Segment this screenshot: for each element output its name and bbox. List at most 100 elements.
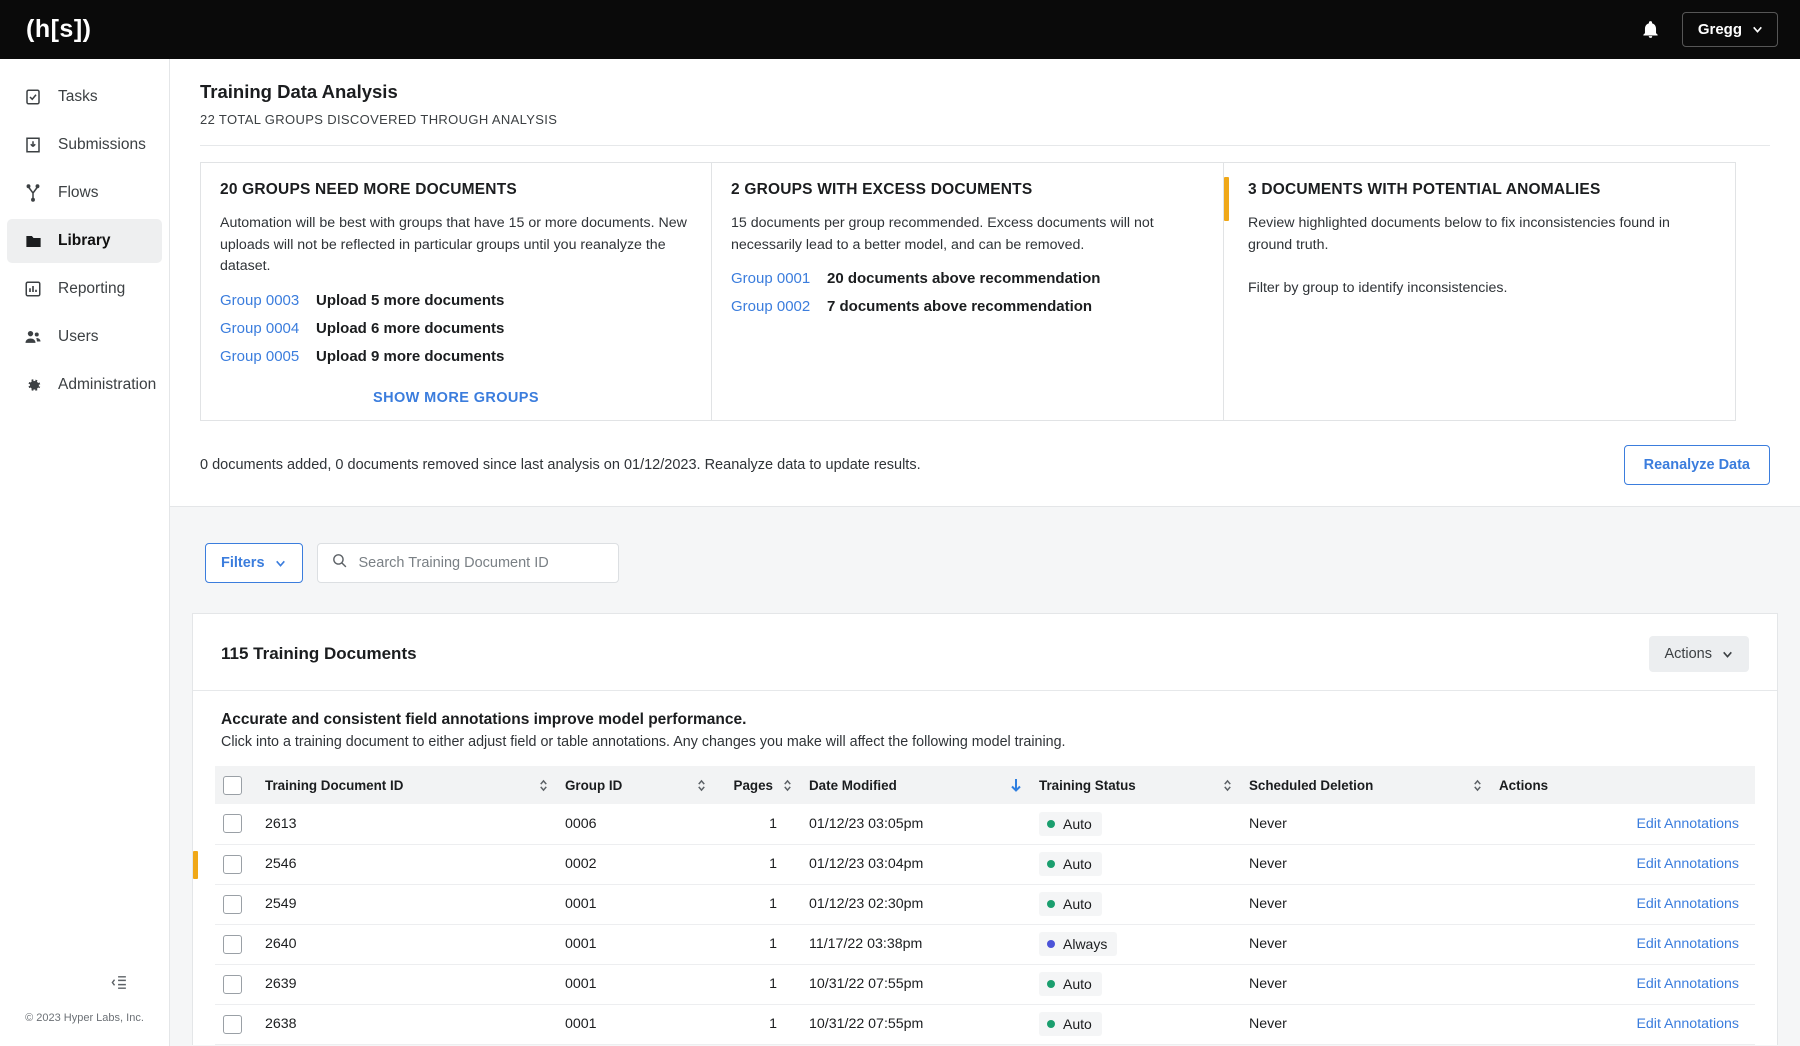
cell-scheduled-deletion: Never bbox=[1241, 1004, 1491, 1045]
cell-scheduled-deletion: Never bbox=[1241, 844, 1491, 885]
group-link[interactable]: Group 0003 bbox=[220, 292, 316, 309]
collapse-panel-icon bbox=[110, 974, 129, 996]
sidebar-item-library[interactable]: Library bbox=[7, 219, 162, 263]
user-name-label: Gregg bbox=[1697, 21, 1742, 38]
table-row[interactable]: 2639 0001 1 10/31/22 07:55pm Auto Never Edit A… bbox=[215, 964, 1755, 1005]
column-header-training-status[interactable]: Training Status bbox=[1031, 766, 1241, 804]
chevron-down-icon bbox=[1723, 651, 1732, 658]
card-body: Automation will be best with groups that… bbox=[220, 215, 687, 275]
sidebar-item-label: Users bbox=[58, 328, 99, 345]
sort-descending-icon[interactable] bbox=[999, 777, 1023, 793]
filters-button[interactable]: Filters bbox=[205, 543, 303, 583]
cell-pages: 1 bbox=[715, 844, 801, 885]
user-menu-button[interactable]: Gregg bbox=[1681, 12, 1778, 47]
cell-training-status: Auto bbox=[1031, 804, 1241, 845]
sidebar-footer: © 2023 Hyper Labs, Inc. bbox=[0, 974, 169, 1046]
edit-annotations-link[interactable]: Edit Annotations bbox=[1636, 896, 1739, 912]
cell-date-modified: 10/31/22 07:55pm bbox=[801, 964, 1031, 1005]
cell-actions: Edit Annotations bbox=[1491, 1004, 1755, 1045]
sort-toggle-icon[interactable] bbox=[782, 778, 793, 793]
column-header-date-modified[interactable]: Date Modified bbox=[801, 766, 1031, 804]
status-label: Auto bbox=[1063, 815, 1092, 832]
sidebar-item-label: Flows bbox=[58, 184, 99, 201]
cell-training-status: Auto bbox=[1031, 844, 1241, 885]
status-badge: Auto bbox=[1039, 811, 1102, 836]
app-logo[interactable]: (h[s]) bbox=[26, 15, 91, 44]
column-label: Pages bbox=[733, 777, 773, 793]
search-input[interactable] bbox=[358, 555, 605, 571]
table-row[interactable]: 2638 0001 1 10/31/22 07:55pm Auto Never Edit A… bbox=[215, 1004, 1755, 1045]
group-link[interactable]: Group 0002 bbox=[731, 298, 827, 315]
sidebar-item-label: Submissions bbox=[58, 136, 146, 153]
table-row[interactable]: 2640 0001 1 11/17/22 03:38pm Always Never Edit… bbox=[215, 924, 1755, 965]
cell-group-id: 0006 bbox=[557, 804, 715, 845]
column-header-pages[interactable]: Pages bbox=[715, 766, 801, 804]
sort-toggle-icon[interactable] bbox=[686, 778, 707, 793]
group-list: Group 0003 Upload 5 more documents Group… bbox=[220, 292, 692, 376]
search-icon bbox=[331, 552, 348, 574]
status-label: Auto bbox=[1063, 1016, 1092, 1032]
search-box[interactable] bbox=[316, 543, 619, 583]
table-row[interactable]: 2546 0002 1 01/12/23 03:04pm Auto Never Edit A… bbox=[193, 844, 1755, 885]
edit-annotations-link[interactable]: Edit Annotations bbox=[1636, 936, 1739, 952]
edit-annotations-link[interactable]: Edit Annotations bbox=[1636, 856, 1739, 872]
cell-pages: 1 bbox=[715, 964, 801, 1005]
anomaly-marker bbox=[193, 850, 198, 879]
row-checkbox[interactable] bbox=[223, 974, 242, 994]
sidebar-item-users[interactable]: Users bbox=[7, 315, 162, 359]
row-checkbox[interactable] bbox=[223, 1014, 242, 1034]
cell-scheduled-deletion: Never bbox=[1241, 924, 1491, 965]
column-header-scheduled-deletion[interactable]: Scheduled Deletion bbox=[1241, 766, 1491, 804]
group-row: Group 0002 7 documents above recommendat… bbox=[731, 298, 1204, 315]
cell-training-status: Always bbox=[1031, 924, 1241, 965]
group-recommendation: Upload 9 more documents bbox=[316, 347, 505, 365]
cell-actions: Edit Annotations bbox=[1491, 844, 1755, 885]
column-header-actions: Actions bbox=[1491, 766, 1755, 804]
show-more-groups-button[interactable]: SHOW MORE GROUPS bbox=[220, 376, 692, 406]
cell-pages: 1 bbox=[715, 884, 801, 925]
edit-annotations-link[interactable]: Edit Annotations bbox=[1636, 1016, 1739, 1032]
row-select-cell bbox=[215, 964, 257, 1005]
cell-date-modified: 01/12/23 02:30pm bbox=[801, 884, 1031, 925]
users-icon bbox=[23, 327, 43, 347]
analysis-subtitle: 22 TOTAL GROUPS DISCOVERED THROUGH ANALY… bbox=[200, 112, 558, 127]
status-badge: Auto bbox=[1039, 892, 1102, 916]
sort-toggle-icon[interactable] bbox=[528, 778, 549, 793]
edit-annotations-link[interactable]: Edit Annotations bbox=[1636, 816, 1739, 832]
table-row[interactable]: 2549 0001 1 01/12/23 02:30pm Auto Never Edit A… bbox=[215, 884, 1755, 925]
sort-toggle-icon[interactable] bbox=[1462, 778, 1483, 793]
group-link[interactable]: Group 0004 bbox=[220, 320, 316, 337]
status-label: Always bbox=[1063, 936, 1108, 952]
column-header-group-id[interactable]: Group ID bbox=[557, 766, 715, 804]
row-checkbox[interactable] bbox=[223, 854, 242, 874]
training-data-analysis-panel: Training Data Analysis 22 TOTAL GROUPS D… bbox=[170, 59, 1800, 507]
group-link[interactable]: Group 0001 bbox=[731, 270, 827, 287]
status-badge: Auto bbox=[1039, 852, 1102, 876]
group-recommendation: Upload 5 more documents bbox=[316, 291, 505, 309]
filters-button-label: Filters bbox=[221, 555, 265, 571]
column-header-training-document-id[interactable]: Training Document ID bbox=[257, 766, 557, 804]
group-recommendation: 7 documents above recommendation bbox=[827, 298, 1093, 316]
sidebar-item-label: Administration bbox=[58, 376, 157, 393]
table-row[interactable]: 2613 0006 1 01/12/23 03:05pm Auto Never Edit A… bbox=[215, 804, 1755, 845]
row-checkbox[interactable] bbox=[223, 814, 242, 834]
group-link[interactable]: Group 0005 bbox=[220, 348, 316, 365]
edit-annotations-link[interactable]: Edit Annotations bbox=[1636, 976, 1739, 992]
sidebar-item-reporting[interactable]: Reporting bbox=[7, 267, 162, 311]
select-all-checkbox[interactable] bbox=[223, 775, 242, 795]
sidebar-item-tasks[interactable]: Tasks bbox=[7, 75, 162, 119]
row-checkbox[interactable] bbox=[223, 934, 242, 954]
sidebar-item-flows[interactable]: Flows bbox=[7, 171, 162, 215]
collapse-panel-button[interactable] bbox=[0, 974, 169, 996]
row-checkbox[interactable] bbox=[223, 894, 242, 914]
row-select-cell bbox=[215, 924, 257, 965]
group-row: Group 0005 Upload 9 more documents bbox=[220, 348, 692, 365]
card-body: 15 documents per group recommended. Exce… bbox=[731, 215, 1154, 253]
page-title: Training Data Analysis bbox=[200, 81, 398, 102]
sidebar-item-submissions[interactable]: Submissions bbox=[7, 123, 162, 167]
sort-toggle-icon[interactable] bbox=[1212, 778, 1233, 793]
reanalyze-data-button[interactable]: Reanalyze Data bbox=[1623, 444, 1770, 485]
bell-icon[interactable] bbox=[1638, 17, 1664, 43]
actions-button[interactable]: Actions bbox=[1649, 636, 1749, 672]
sidebar-item-administration[interactable]: Administration bbox=[7, 363, 162, 407]
